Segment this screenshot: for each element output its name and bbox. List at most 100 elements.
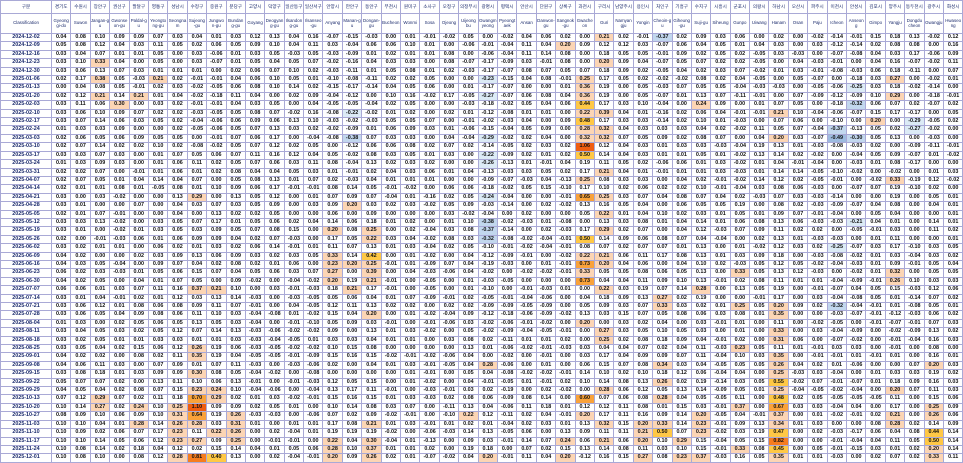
heatmap-cell: 0.12 [768,243,789,253]
heatmap-cell: -0.03 [807,184,828,194]
heatmap-cell: 0.02 [361,167,382,177]
heatmap-cell: 0.12 [167,344,188,354]
row-date: 2025-03-17 [0,150,52,161]
heatmap-cell: 0.21 [361,419,382,430]
heatmap-cell: 0.19 [749,428,770,438]
heatmap-cell: 0.03 [826,344,848,354]
heatmap-cell: 0.06 [109,411,130,421]
heatmap-cell: -0.18 [826,100,848,110]
heatmap-cell: 0.03 [535,419,557,430]
heatmap-cell: -0.17 [477,66,498,77]
column-header-english: Dongdu cheon [904,13,925,34]
heatmap-cell: 0.05 [613,49,634,60]
heatmap-cell: 0.18 [167,394,188,404]
heatmap-cell: 0.23 [167,436,188,446]
heatmap-cell: 0.06 [70,285,91,295]
column-header-korean: 화성시 [942,0,963,14]
heatmap-cell: 0.06 [50,268,72,278]
heatmap-cell: 0.00 [710,293,731,304]
heatmap-cell: 0.03 [904,369,925,379]
heatmap-cell: 0.04 [458,352,479,362]
heatmap-cell: 0.05 [264,100,285,110]
heatmap-cell: -0.01 [419,32,440,43]
heatmap-cell: 0.01 [710,150,731,161]
row-date: 2025-06-02 [0,243,52,253]
heatmap-cell: 0.06 [613,394,634,404]
heatmap-cell: 0.02 [400,108,421,119]
heatmap-cell: 0.07 [70,175,91,186]
row-date: 2025-11-10 [0,428,52,438]
heatmap-cell: 0.02 [632,75,654,85]
heatmap-cell: 0.04 [690,234,712,245]
heatmap-cell: 0.03 [50,310,72,320]
heatmap-cell: -0.01 [283,243,305,253]
heatmap-cell: 0.00 [458,75,479,85]
heatmap-cell: 0.00 [942,133,963,144]
heatmap-cell: -0.05 [846,226,867,236]
heatmap-cell: 0.02 [438,301,460,312]
heatmap-cell: 0.03 [884,226,906,236]
heatmap-cell: 0.05 [322,318,343,329]
heatmap-cell: 0.05 [109,436,130,446]
heatmap-cell: -0.14 [477,142,498,152]
heatmap-cell: 0.01 [244,394,266,404]
heatmap-cell: 0.05 [225,125,246,135]
heatmap-cell: -0.04 [729,83,751,93]
heatmap-cell: -0.03 [768,83,789,93]
heatmap-cell: 0.02 [671,209,692,219]
heatmap-cell: 0.03 [574,344,595,354]
heatmap-cell: 0.08 [225,167,246,177]
heatmap-cell: -0.07 [496,66,518,77]
heatmap-cell: 0.05 [400,150,421,161]
heatmap-cell: 0.03 [787,133,809,144]
heatmap-cell: 0.03 [807,41,828,51]
heatmap-cell: 0.11 [147,285,169,295]
heatmap-cell: 0.05 [865,133,886,144]
heatmap-cell: 0.38 [89,75,111,85]
heatmap-cell: -0.01 [826,175,848,186]
heatmap-cell: 0.00 [942,125,963,135]
heatmap-cell: -0.16 [419,192,440,203]
heatmap-cell: -0.08 [322,108,343,119]
heatmap-cell: -0.10 [477,243,498,253]
row-date: 2025-11-17 [0,436,52,446]
heatmap-cell: 0.03 [652,125,673,135]
heatmap-cell: 0.03 [283,159,305,169]
heatmap-cell: 0.03 [50,369,72,379]
heatmap-cell: -0.06 [458,41,479,51]
heatmap-cell: 0.00 [807,49,828,60]
heatmap-cell: -0.04 [496,419,518,430]
heatmap-cell: 0.02 [458,301,479,312]
heatmap-cell: 0.00 [846,58,867,68]
heatmap-cell: -0.02 [846,167,867,177]
heatmap-cell: 0.02 [535,201,557,211]
heatmap-cell: 0.08 [361,150,382,161]
heatmap-cell: 0.04 [438,133,460,144]
heatmap-cell: 0.00 [147,192,169,203]
heatmap-cell: 0.06 [225,117,246,127]
heatmap-cell: 0.03 [458,386,479,396]
heatmap-cell: 0.00 [555,360,576,371]
heatmap-cell: 0.06 [574,436,595,446]
heatmap-cell: 0.03 [690,327,712,337]
heatmap-cell: 0.01 [89,184,111,194]
heatmap-cell: 0.16 [632,411,654,421]
heatmap-cell: 0.03 [70,125,91,135]
heatmap-cell: -0.37 [652,32,673,43]
heatmap-cell: 0.10 [50,444,72,455]
heatmap-cell: -0.02 [516,234,537,245]
heatmap-cell: 0.00 [186,133,208,144]
heatmap-cell: 0.01 [109,49,130,60]
heatmap-cell: 0.10 [283,66,305,77]
heatmap-cell: 0.09 [128,310,149,320]
heatmap-cell: 0.04 [89,344,111,354]
heatmap-cell: 0.02 [438,66,460,77]
heatmap-cell: 0.02 [167,117,188,127]
column-header-english: Siheung [710,13,731,34]
heatmap-cell: 0.05 [322,150,343,161]
heatmap-cell: 0.00 [380,344,402,354]
heatmap-cell: 0.01 [400,32,421,43]
heatmap-cell: 0.09 [613,234,634,245]
heatmap-cell: 0.04 [923,201,944,211]
heatmap-cell: 0.15 [865,32,886,43]
